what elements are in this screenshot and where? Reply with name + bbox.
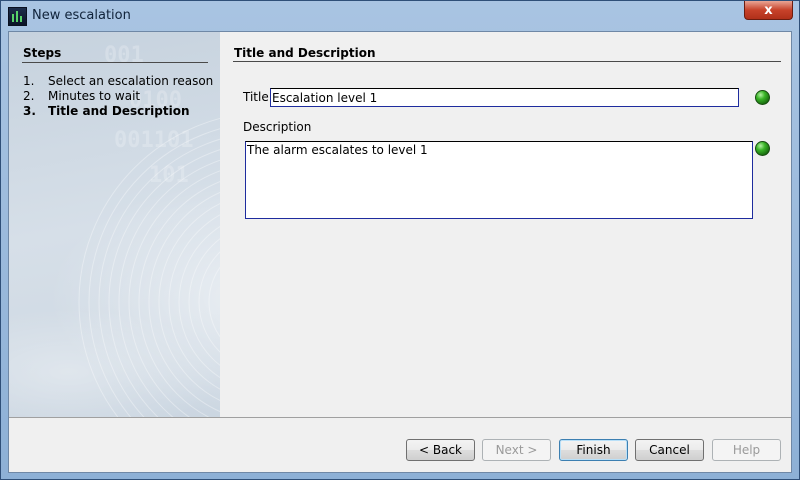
steps-heading: Steps	[23, 46, 62, 60]
wizard-body: 001 0100 001101 101 Steps 1. Select an es…	[8, 31, 792, 473]
step-label: Minutes to wait	[48, 89, 141, 103]
description-input[interactable]: The alarm escalates to level 1	[245, 141, 753, 219]
step-item-3: 3. Title and Description	[23, 104, 190, 118]
dialog-window: New escalation x 001 0100 001101 101 Ste…	[0, 0, 800, 480]
back-button[interactable]: < Back	[406, 439, 475, 461]
finish-button[interactable]: Finish	[559, 439, 628, 461]
steps-panel: 001 0100 001101 101 Steps 1. Select an es…	[9, 32, 220, 417]
window-title: New escalation	[32, 8, 131, 23]
title-bar[interactable]: New escalation x	[1, 1, 799, 31]
title-input[interactable]	[270, 88, 739, 107]
valid-indicator-icon	[755, 141, 770, 156]
title-label: Title	[243, 90, 269, 104]
app-logo-icon	[8, 7, 27, 26]
step-number: 3.	[23, 104, 36, 118]
svg-text:101: 101	[149, 163, 189, 188]
steps-divider	[22, 62, 208, 63]
step-number: 1.	[23, 74, 35, 88]
next-button[interactable]: Next >	[482, 439, 551, 461]
content-divider	[233, 61, 781, 62]
button-bar-divider	[9, 417, 791, 418]
step-item-2: 2. Minutes to wait	[23, 89, 140, 103]
description-label: Description	[243, 120, 312, 134]
help-button[interactable]: Help	[712, 439, 781, 461]
step-number: 2.	[23, 89, 35, 103]
content-heading: Title and Description	[234, 46, 376, 60]
step-label: Title and Description	[48, 104, 190, 118]
svg-text:001101: 001101	[114, 128, 193, 153]
cancel-button[interactable]: Cancel	[635, 439, 704, 461]
step-item-1: 1. Select an escalation reason	[23, 74, 213, 88]
close-button[interactable]: x	[744, 1, 793, 20]
svg-text:001: 001	[104, 43, 144, 68]
content-panel: Title and Description Title Description …	[220, 32, 791, 417]
valid-indicator-icon	[755, 90, 770, 105]
step-label: Select an escalation reason	[48, 74, 214, 88]
